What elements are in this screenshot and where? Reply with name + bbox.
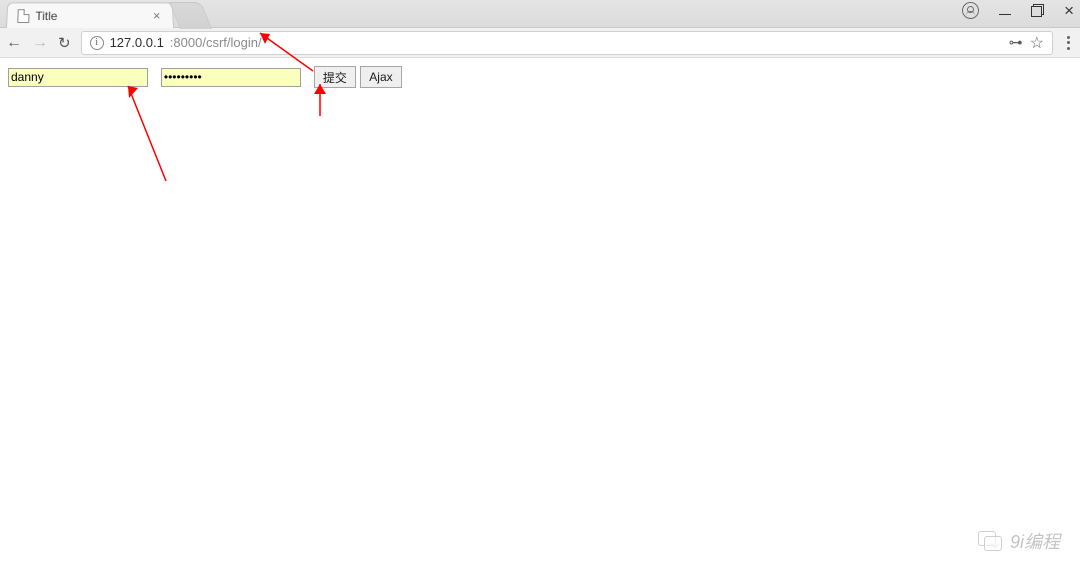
username-input[interactable] (8, 68, 148, 87)
site-info-icon[interactable]: i (90, 36, 104, 50)
bookmark-star-icon[interactable]: ☆ (1030, 33, 1044, 53)
watermark-text: 9i编程 (1010, 528, 1060, 554)
window-minimize-icon[interactable] (999, 5, 1011, 17)
browser-tabstrip: Title × × (0, 0, 1080, 28)
ajax-button[interactable]: Ajax (360, 66, 401, 88)
window-restore-icon[interactable] (1031, 4, 1044, 17)
reload-button[interactable]: ↻ (58, 34, 71, 52)
annotation-arrow-username (118, 76, 178, 186)
url-host: 127.0.0.1 (110, 35, 164, 50)
tab-title: Title (35, 9, 57, 23)
window-controls: × (962, 2, 1074, 19)
wechat-icon (978, 531, 1002, 551)
submit-button[interactable]: 提交 (314, 66, 356, 88)
omnibox-actions: ⊶ ☆ (1009, 33, 1044, 53)
nav-forward-button[interactable]: → (32, 34, 48, 52)
password-input[interactable] (161, 68, 301, 87)
saved-password-key-icon[interactable]: ⊶ (1009, 34, 1020, 51)
browser-toolbar: ← → ↻ i 127.0.0.1 :8000/csrf/login/ ⊶ ☆ (0, 28, 1080, 58)
watermark: 9i编程 (978, 528, 1060, 554)
page-content: 提交 Ajax 9i编程 (0, 58, 1080, 574)
user-account-icon[interactable] (962, 2, 979, 19)
address-bar[interactable]: i 127.0.0.1 :8000/csrf/login/ ⊶ ☆ (81, 31, 1053, 55)
window-close-icon[interactable]: × (1064, 5, 1074, 17)
url-path: :8000/csrf/login/ (170, 35, 262, 50)
browser-menu-icon[interactable] (1063, 36, 1074, 50)
file-icon (17, 9, 29, 23)
tab-close-icon[interactable]: × (153, 8, 161, 23)
browser-tab-active[interactable]: Title × (6, 2, 174, 28)
nav-back-button[interactable]: ← (6, 34, 22, 52)
